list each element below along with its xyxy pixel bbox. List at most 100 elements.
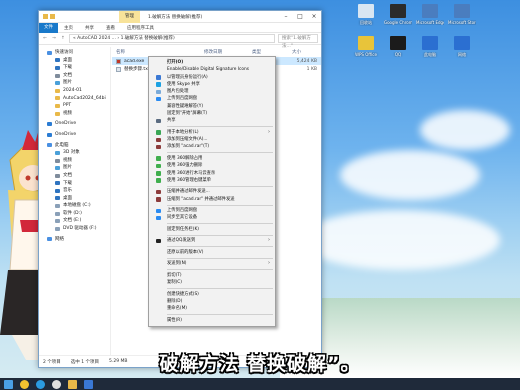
nav-item[interactable]: 桌面	[39, 57, 110, 65]
menu-item-label: 创建快捷方式(S)	[167, 291, 199, 297]
tab-manage[interactable]: 管理	[119, 10, 140, 23]
context-menu-item[interactable]: 剪切(T)	[149, 272, 275, 279]
column-name[interactable]: 名称	[116, 49, 204, 55]
nav-item[interactable]: 下载	[39, 64, 110, 72]
context-menu-item[interactable]: 固定到任务栏(K)	[149, 226, 275, 233]
nav-item[interactable]: 视频	[39, 157, 110, 165]
folder-icon	[55, 211, 60, 216]
context-menu-item[interactable]: 上传到百度网盘	[149, 207, 275, 214]
nav-item-label: 文档	[63, 72, 72, 78]
maximize-button[interactable]: □	[293, 13, 307, 20]
nav-item[interactable]: 软件 (D:)	[39, 210, 110, 218]
context-menu-item[interactable]: 图片包处理	[149, 88, 275, 95]
search-box[interactable]: 搜索"1.破解方法..."	[278, 34, 318, 49]
nav-item[interactable]: 此电脑	[39, 142, 110, 150]
desktop-icon[interactable]: 网络	[448, 36, 476, 58]
context-menu-item[interactable]: 属性(R)	[149, 317, 275, 324]
browser-icon[interactable]	[36, 379, 45, 389]
context-menu-item[interactable]: 使用 360强力删除	[149, 162, 275, 169]
context-menu-item[interactable]: 复制(C)	[149, 279, 275, 286]
desktop-icon[interactable]: Microsoft Store	[448, 4, 476, 25]
column-date[interactable]: 修改日期	[204, 49, 252, 55]
context-menu-item[interactable]: 兼容性疑难解答(Y)	[149, 103, 275, 110]
nav-item[interactable]: DVD 驱动器 (F:)	[39, 225, 110, 233]
context-menu-item[interactable]: 发送到(N) ›	[149, 260, 275, 267]
tab-share[interactable]: 共享	[79, 25, 100, 31]
address-bar[interactable]: « AutoCAD 2024 ... › 1.破解方法 替换破解(推荐)	[69, 34, 275, 43]
app-icon	[422, 4, 438, 18]
nav-item[interactable]: 快速访问	[39, 49, 110, 57]
app-icon	[390, 36, 406, 50]
context-menu-item[interactable]: 使用 Skype 共享	[149, 81, 275, 88]
context-menu-item[interactable]: 用于本地分析(L) ›	[149, 129, 275, 136]
desktop-icon[interactable]: Microsoft Edge	[416, 4, 444, 25]
column-type[interactable]: 类型	[252, 49, 292, 55]
desktop-icon[interactable]: WPS Office	[352, 36, 380, 57]
context-menu-item[interactable]: 上传到百度网盘	[149, 95, 275, 102]
forward-arrow-icon[interactable]: →	[51, 36, 57, 41]
tab-home[interactable]: 主页	[58, 25, 79, 31]
context-menu-item[interactable]: 以管理员身份运行(A)	[149, 74, 275, 81]
nav-item[interactable]: 桌面	[39, 195, 110, 203]
close-button[interactable]: ×	[307, 13, 321, 20]
folder-icon	[55, 65, 60, 70]
start-icon[interactable]	[4, 379, 13, 389]
nav-item[interactable]: 视频	[39, 110, 110, 118]
nav-item[interactable]: 文档 (E:)	[39, 217, 110, 225]
context-menu-item[interactable]: 使用 360管理右键菜单	[149, 177, 275, 184]
nav-item[interactable]: 图片	[39, 79, 110, 87]
nav-item[interactable]: OneDrive	[39, 131, 110, 139]
tab-file[interactable]: 文件	[39, 22, 58, 33]
nav-item[interactable]: 文档	[39, 172, 110, 180]
nav-item[interactable]: PPT	[39, 102, 110, 110]
desktop-icon[interactable]: 此电脑	[416, 36, 444, 58]
desktop-icon[interactable]: QQ	[384, 36, 412, 57]
cloud	[420, 110, 510, 150]
nav-item[interactable]: 本地磁盘 (C:)	[39, 202, 110, 210]
up-arrow-icon[interactable]: ↑	[60, 36, 66, 41]
context-menu-item[interactable]: 压缩并通过邮件发送...	[149, 188, 275, 195]
column-size[interactable]: 大小	[292, 49, 312, 55]
back-arrow-icon[interactable]: ←	[42, 36, 48, 41]
nav-item[interactable]: 3D 对象	[39, 149, 110, 157]
context-menu-item[interactable]: 添加到 "acad.rar"(T)	[149, 143, 275, 150]
context-menu-item[interactable]: 创建快捷方式(S)	[149, 291, 275, 298]
nav-item[interactable]: OneDrive	[39, 120, 110, 128]
nav-item[interactable]: 音乐	[39, 187, 110, 195]
tab-app-tools[interactable]: 应用程序工具	[121, 25, 160, 31]
context-menu-item[interactable]: 使用 360解除占用	[149, 155, 275, 162]
nav-item[interactable]: AutoCad2024_64bi	[39, 95, 110, 103]
nav-item[interactable]: 图片	[39, 164, 110, 172]
nav-item[interactable]: 2024-01	[39, 87, 110, 95]
context-menu-item[interactable]: 通过QQ发送到 ›	[149, 237, 275, 244]
context-menu-item[interactable]: 打开(O)	[149, 59, 275, 66]
app-icon[interactable]	[84, 379, 93, 389]
chrome-icon[interactable]	[52, 379, 61, 389]
menu-item-label: 重命名(M)	[167, 306, 187, 312]
folder-icon[interactable]	[68, 379, 77, 389]
desktop-icon[interactable]: Google Chrome	[384, 4, 412, 25]
nav-item[interactable]: 文档	[39, 72, 110, 80]
minimize-button[interactable]: –	[279, 13, 293, 20]
nav-item-label: 2024-01	[63, 87, 82, 93]
context-menu-item[interactable]: 压缩到 "acad.rar" 并通过邮件发送	[149, 196, 275, 203]
quick-access-toolbar[interactable]	[39, 14, 119, 19]
context-menu-item[interactable]: 使用 360进行木马云查杀	[149, 170, 275, 177]
context-menu-item[interactable]: 还原以前的版本(V)	[149, 249, 275, 256]
menu-item-label: 用于本地分析(L)	[167, 129, 199, 135]
context-menu-item[interactable]: 共享	[149, 117, 275, 124]
skype-icon	[156, 82, 161, 87]
context-menu-item[interactable]: 添加到压缩文件(A)...	[149, 136, 275, 143]
context-menu-item[interactable]: 重命名(M)	[149, 305, 275, 312]
tab-view[interactable]: 查看	[100, 25, 121, 31]
archive-icon	[156, 144, 161, 150]
context-menu-item[interactable]: 删除(D)	[149, 298, 275, 305]
nav-item[interactable]: 网络	[39, 236, 110, 244]
context-menu-item[interactable]: 同步至其它设备	[149, 214, 275, 221]
context-menu-item[interactable]: Enable/Disable Digital Signature Icons	[149, 66, 275, 73]
folder-icon	[55, 73, 60, 78]
desktop-icon[interactable]: 回收站	[352, 4, 380, 26]
context-menu-item[interactable]: 固定到"开始"屏幕(T)	[149, 110, 275, 117]
search-icon[interactable]	[20, 379, 29, 389]
nav-item[interactable]: 下载	[39, 180, 110, 188]
